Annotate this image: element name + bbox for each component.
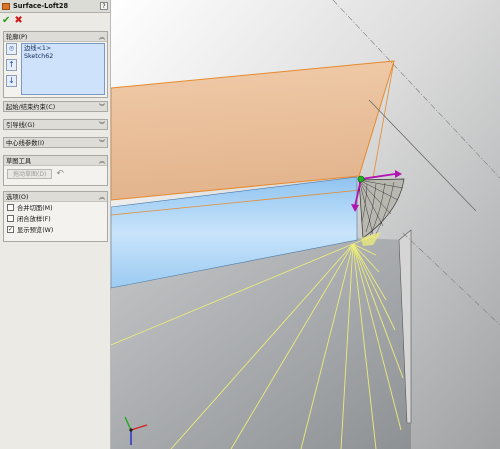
sketch-tools-row: 拖动草图(D) ↶ bbox=[4, 166, 107, 182]
profiles-header-label: 轮廓(P) bbox=[6, 34, 28, 41]
profile-item[interactable]: Sketch62 bbox=[24, 53, 102, 61]
options-header[interactable]: 选项(O) ︽ bbox=[4, 192, 107, 202]
chevron-up-icon[interactable]: ︽ bbox=[99, 156, 105, 165]
profiles-header[interactable]: 轮廓(P) ︽ bbox=[4, 32, 107, 42]
constraints-label: 起始/结束约束(C) bbox=[6, 104, 56, 111]
profile-buttons: ⌾ ↑ ↓ bbox=[6, 43, 18, 91]
option-merge-tangent[interactable]: 合并切面(M) bbox=[4, 202, 107, 213]
constraints-header[interactable]: 起始/结束约束(C) ︾ bbox=[4, 102, 107, 111]
red-x-icon[interactable]: ✖ bbox=[14, 15, 22, 27]
checkbox[interactable] bbox=[7, 215, 14, 222]
centerline-group: 中心线参数(I) ︾ bbox=[3, 137, 108, 148]
chevron-down-icon[interactable]: ︾ bbox=[99, 120, 105, 129]
option-label: 合并切面(M) bbox=[17, 205, 53, 212]
chevron-down-icon[interactable]: ︾ bbox=[99, 102, 105, 111]
guides-group: 引导线(G) ︾ bbox=[3, 119, 108, 130]
option-label: 闭合放样(F) bbox=[17, 216, 51, 223]
move-down-button[interactable]: ↓ bbox=[6, 75, 17, 87]
action-bar: ✔ ✖ bbox=[2, 14, 23, 28]
property-manager-panel: Surface-Loft28 ? ✔ ✖ 轮廓(P) ︽ ⌾ ↑ ↓ 边线<1>… bbox=[0, 0, 111, 449]
feature-title-bar: Surface-Loft28 ? bbox=[0, 0, 110, 13]
option-label: 显示预览(W) bbox=[17, 227, 54, 234]
sketch-tools-group: 草图工具 ︽ 拖动草图(D) ↶ bbox=[3, 155, 108, 186]
sketch-tools-label: 草图工具 bbox=[6, 158, 32, 165]
option-show-preview[interactable]: ✓ 显示预览(W) bbox=[4, 224, 107, 235]
checkbox[interactable] bbox=[7, 204, 14, 211]
graphics-viewport[interactable] bbox=[111, 0, 500, 449]
help-button[interactable]: ? bbox=[100, 2, 108, 10]
constraints-group: 起始/结束约束(C) ︾ bbox=[3, 101, 108, 112]
chevron-up-icon[interactable]: ︽ bbox=[99, 32, 105, 41]
profiles-listbox[interactable]: 边线<1> Sketch62 bbox=[21, 43, 105, 95]
profiles-group: 轮廓(P) ︽ ⌾ ↑ ↓ 边线<1> Sketch62 bbox=[3, 31, 108, 98]
undo-icon[interactable]: ↶ bbox=[56, 169, 64, 179]
option-close-loft[interactable]: 闭合放样(F) bbox=[4, 213, 107, 224]
sketch-tools-header[interactable]: 草图工具 ︽ bbox=[4, 156, 107, 166]
guides-header[interactable]: 引导线(G) ︾ bbox=[4, 120, 107, 129]
feature-title: Surface-Loft28 bbox=[13, 2, 69, 10]
profile-item[interactable]: 边线<1> bbox=[24, 45, 102, 53]
options-label: 选项(O) bbox=[6, 194, 29, 201]
move-up-button[interactable]: ↑ bbox=[6, 59, 17, 71]
guides-label: 引导线(G) bbox=[6, 122, 35, 129]
centerline-header[interactable]: 中心线参数(I) ︾ bbox=[4, 138, 107, 147]
loft-feature-icon bbox=[2, 2, 10, 10]
green-check-icon[interactable]: ✔ bbox=[2, 15, 10, 27]
drag-sketch-button[interactable]: 拖动草图(D) bbox=[7, 169, 53, 179]
centerline-label: 中心线参数(I) bbox=[6, 140, 45, 147]
checkbox-checked[interactable]: ✓ bbox=[7, 226, 14, 233]
chevron-up-icon[interactable]: ︽ bbox=[99, 192, 105, 201]
chevron-down-icon[interactable]: ︾ bbox=[99, 138, 105, 147]
profile-select-icon[interactable]: ⌾ bbox=[6, 43, 17, 55]
options-group: 选项(O) ︽ 合并切面(M) 闭合放样(F) ✓ 显示预览(W) bbox=[3, 191, 108, 242]
